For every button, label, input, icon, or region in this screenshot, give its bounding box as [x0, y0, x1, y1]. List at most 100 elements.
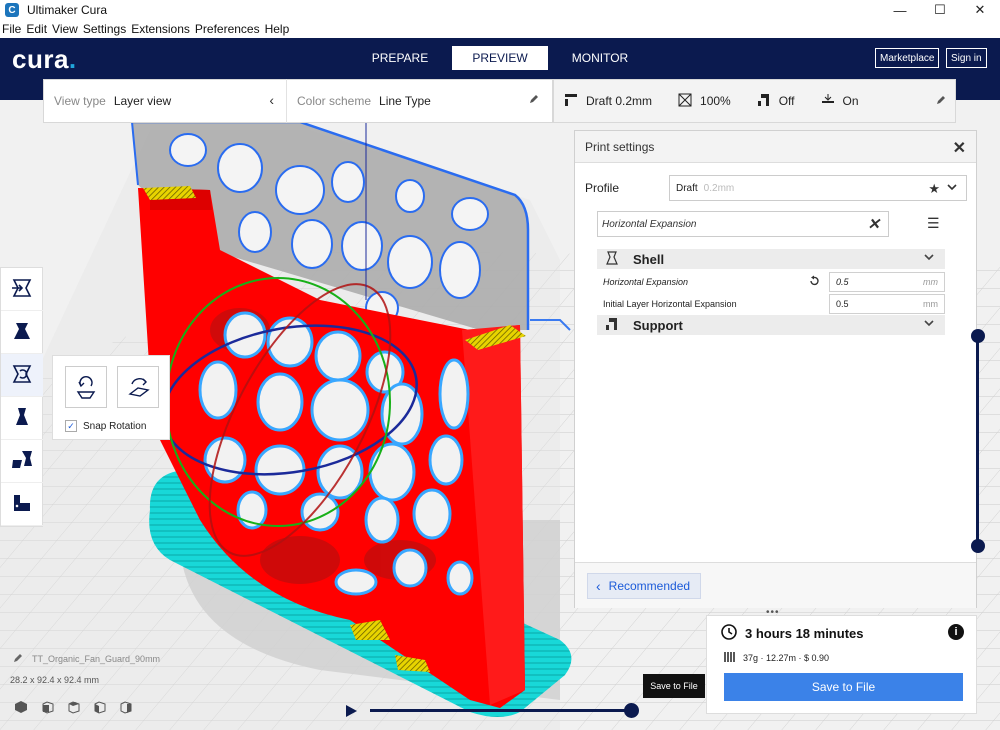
print-settings-footer: ‹ Recommended [575, 562, 976, 608]
layer-slider[interactable] [976, 336, 979, 546]
rotate-tool[interactable] [1, 354, 43, 397]
category-shell-label: Shell [633, 251, 665, 267]
camera-view-buttons [14, 700, 144, 717]
clock-icon [721, 624, 737, 643]
object-name-value: TT_Organic_Fan_Guard_90mm [32, 654, 161, 664]
per-model-settings-icon [10, 448, 34, 475]
color-scheme-selector[interactable]: Color scheme Line Type [287, 79, 552, 123]
print-setup-summary[interactable]: Draft 0.2mm 100% Off On [553, 79, 956, 123]
profile-row: Profile Draft 0.2mm ★ [585, 175, 967, 201]
scale-icon [10, 319, 34, 346]
color-scheme-label: Color scheme [297, 94, 372, 108]
close-window-button[interactable]: ✕ [960, 0, 1000, 20]
info-icon[interactable]: i [948, 624, 964, 640]
color-scheme-value: Line Type [379, 94, 431, 108]
view-3d-icon[interactable] [14, 700, 28, 717]
print-settings-header: Print settings ✕ [575, 131, 976, 163]
print-time-value: 3 hours 18 minutes [745, 626, 864, 641]
tab-monitor[interactable]: MONITOR [552, 46, 648, 70]
profile-summary[interactable]: Draft 0.2mm [564, 93, 652, 110]
play-button[interactable] [344, 704, 358, 721]
print-settings-panel: Print settings ✕ Profile Draft 0.2mm ★ H… [574, 130, 977, 608]
view-right-icon[interactable] [118, 700, 132, 717]
infill-icon [678, 93, 692, 110]
move-tool[interactable] [1, 268, 43, 311]
view-front-icon[interactable] [40, 700, 54, 717]
minimize-button[interactable]: — [880, 0, 920, 20]
view-type-selector[interactable]: View type Layer view ‹ [44, 79, 287, 123]
lay-flat-icon [124, 372, 152, 403]
clear-search-icon[interactable]: ✕ [867, 215, 880, 233]
menu-view[interactable]: View [52, 22, 78, 36]
profile-label: Profile [585, 181, 620, 195]
setting-initial-layer-horizontal-expansion-label: Initial Layer Horizontal Expansion [603, 299, 737, 309]
scale-tool[interactable] [1, 311, 43, 354]
settings-search-input[interactable]: Horizontal Expansion ✕ [597, 211, 889, 237]
profile-dropdown[interactable]: Draft 0.2mm ★ [669, 175, 967, 201]
marketplace-button[interactable]: Marketplace [875, 48, 940, 68]
setting-horizontal-expansion: Horizontal Expansion 0.5 mm [603, 272, 945, 292]
horizontal-expansion-input[interactable]: 0.5 mm [829, 272, 945, 292]
playback-slider[interactable] [370, 709, 632, 712]
object-dimensions: 28.2 x 92.4 x 92.4 mm [10, 675, 100, 685]
chevron-down-icon [923, 251, 935, 266]
profile-sub-value: 0.2mm [703, 182, 735, 194]
menu-extensions[interactable]: Extensions [131, 22, 190, 36]
save-tooltip: Save to File [643, 674, 705, 698]
horizontal-expansion-unit: mm [923, 277, 938, 287]
menu-edit[interactable]: Edit [26, 22, 47, 36]
support-blocker-tool[interactable] [1, 483, 43, 526]
menu-file[interactable]: File [2, 22, 21, 36]
star-icon[interactable]: ★ [928, 181, 940, 197]
print-time: 3 hours 18 minutes [721, 624, 863, 643]
adhesion-summary[interactable]: On [821, 93, 859, 110]
menu-preferences[interactable]: Preferences [195, 22, 260, 36]
window-title: Ultimaker Cura [27, 3, 108, 17]
object-name[interactable]: TT_Organic_Fan_Guard_90mm [12, 652, 160, 666]
pencil-icon[interactable] [528, 93, 540, 108]
category-support[interactable]: Support [597, 315, 945, 335]
title-bar: C Ultimaker Cura — ☐ ✕ [0, 0, 1000, 20]
category-shell[interactable]: Shell [597, 249, 945, 269]
move-icon [10, 276, 34, 303]
maximize-button[interactable]: ☐ [920, 0, 960, 20]
menu-help[interactable]: Help [265, 22, 290, 36]
view-left-icon[interactable] [92, 700, 106, 717]
view-top-icon[interactable] [66, 700, 80, 717]
sign-in-button[interactable]: Sign in [946, 48, 987, 68]
layer-slider-top-handle[interactable] [971, 329, 985, 343]
tab-prepare[interactable]: PREPARE [352, 46, 448, 70]
per-model-settings-tool[interactable] [1, 440, 43, 483]
rotate-tool-panel: ✓ Snap Rotation [52, 355, 170, 440]
chevron-down-icon [946, 181, 958, 196]
pencil-icon[interactable] [935, 94, 947, 109]
profile-summary-value: Draft 0.2mm [586, 94, 653, 108]
print-settings-title: Print settings [585, 139, 655, 154]
save-to-file-button[interactable]: Save to File [724, 673, 963, 701]
tab-preview[interactable]: PREVIEW [452, 46, 548, 70]
chevron-left-icon[interactable]: ‹ [269, 92, 274, 108]
settings-search-value: Horizontal Expansion [602, 218, 697, 230]
playback-slider-handle[interactable] [624, 703, 639, 718]
material-estimate-value: 37g · 12.27m · $ 0.90 [743, 653, 830, 663]
snap-rotation-option[interactable]: ✓ Snap Rotation [65, 420, 146, 432]
menu-settings[interactable]: Settings [83, 22, 126, 36]
recommended-button-label: Recommended [608, 579, 691, 593]
infill-summary[interactable]: 100% [678, 93, 731, 110]
spool-icon [723, 650, 737, 666]
adhesion-summary-value: On [842, 94, 859, 108]
mirror-tool[interactable] [1, 397, 43, 440]
layer-slider-bottom-handle[interactable] [971, 539, 985, 553]
snap-rotation-checkbox[interactable]: ✓ [65, 420, 77, 432]
reset-icon[interactable] [808, 275, 820, 289]
stage-tabs: PREPARE PREVIEW MONITOR [352, 46, 652, 70]
support-summary[interactable]: Off [757, 93, 795, 110]
infill-summary-value: 100% [700, 94, 731, 108]
initial-layer-horizontal-expansion-input[interactable]: 0.5 mm [829, 294, 945, 314]
lay-flat-button[interactable] [117, 366, 159, 408]
close-icon[interactable]: ✕ [953, 138, 966, 158]
hamburger-menu-icon[interactable]: ☰ [927, 215, 940, 232]
reset-rotation-button[interactable] [65, 366, 107, 408]
view-toolbar: View type Layer view ‹ Color scheme Line… [43, 79, 553, 123]
recommended-button[interactable]: ‹ Recommended [587, 573, 701, 599]
